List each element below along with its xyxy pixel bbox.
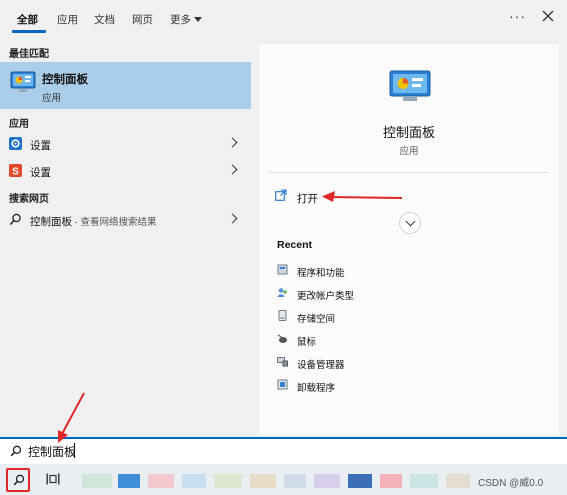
taskbar-app[interactable] bbox=[250, 474, 276, 488]
storage-icon bbox=[278, 310, 287, 321]
result-item-settings-2[interactable]: S 设置 bbox=[0, 159, 251, 183]
taskbar: CSDN @威0.0 bbox=[0, 464, 567, 495]
web-result-text: 控制面板 - 查看网络搜索结果 bbox=[30, 214, 156, 229]
s-app-icon: S bbox=[9, 164, 22, 177]
tab-web[interactable]: 网页 bbox=[132, 12, 153, 27]
caret-down-icon bbox=[194, 17, 202, 22]
annotation-arrow-search bbox=[61, 392, 85, 435]
best-match-item[interactable]: 控制面板 应用 bbox=[0, 62, 251, 109]
expand-button[interactable] bbox=[399, 212, 421, 234]
preview-subtitle: 应用 bbox=[399, 146, 419, 157]
svg-text:S: S bbox=[12, 166, 19, 177]
user-accounts-icon bbox=[277, 288, 287, 297]
recent-item[interactable]: 存储空间 bbox=[277, 308, 477, 326]
best-match-title: 控制面板 bbox=[42, 74, 88, 86]
search-scope-tabs: 全部 应用 文档 网页 更多 ··· bbox=[0, 0, 567, 38]
taskbar-search-button[interactable] bbox=[6, 468, 30, 492]
close-icon[interactable] bbox=[541, 9, 555, 23]
control-panel-icon bbox=[389, 70, 431, 101]
chevron-down-icon bbox=[405, 216, 416, 227]
tab-more-label: 更多 bbox=[170, 14, 191, 26]
text-caret bbox=[74, 443, 75, 458]
tab-all[interactable]: 全部 bbox=[17, 12, 38, 27]
best-match-subtitle: 应用 bbox=[42, 93, 62, 104]
best-match-header: 最佳匹配 bbox=[9, 49, 49, 60]
result-label: 设置 bbox=[30, 140, 51, 152]
tab-documents[interactable]: 文档 bbox=[94, 12, 115, 27]
recent-label: 设备管理器 bbox=[297, 360, 345, 371]
taskbar-app[interactable] bbox=[410, 474, 438, 488]
recent-item[interactable]: 卸载程序 bbox=[277, 377, 477, 395]
chevron-right-icon[interactable] bbox=[227, 137, 238, 148]
web-search-header: 搜索网页 bbox=[9, 194, 49, 205]
taskbar-app[interactable] bbox=[214, 474, 242, 488]
result-item-settings[interactable]: 设置 bbox=[0, 132, 251, 156]
search-icon bbox=[9, 213, 21, 226]
recent-label: 卸载程序 bbox=[297, 383, 336, 394]
web-result-hint: - 查看网络搜索结果 bbox=[72, 217, 157, 228]
web-result-query: 控制面板 bbox=[30, 216, 72, 228]
recent-item[interactable]: 程序和功能 bbox=[277, 262, 477, 280]
divider bbox=[269, 172, 549, 173]
recent-header: Recent bbox=[277, 239, 313, 251]
result-label: 设置 bbox=[30, 167, 51, 179]
taskbar-app[interactable] bbox=[380, 474, 402, 488]
search-icon bbox=[10, 445, 22, 457]
recent-label: 程序和功能 bbox=[297, 268, 345, 279]
search-bar bbox=[0, 437, 567, 464]
taskbar-app[interactable] bbox=[182, 474, 206, 488]
active-tab-indicator bbox=[12, 30, 46, 33]
tab-apps[interactable]: 应用 bbox=[57, 12, 78, 27]
preview-title: 控制面板 bbox=[382, 125, 435, 140]
recent-label: 存储空间 bbox=[297, 314, 336, 325]
more-dots-icon[interactable]: ··· bbox=[509, 8, 526, 24]
chevron-right-icon[interactable] bbox=[227, 213, 238, 224]
taskbar-app[interactable] bbox=[314, 474, 340, 488]
taskbar-app[interactable] bbox=[118, 474, 140, 488]
taskbar-app[interactable] bbox=[348, 474, 372, 488]
taskbar-app[interactable] bbox=[148, 474, 174, 488]
apps-header: 应用 bbox=[9, 119, 29, 130]
taskbar-app[interactable] bbox=[284, 474, 306, 488]
search-input[interactable] bbox=[28, 442, 328, 460]
settings-gear-icon bbox=[9, 137, 22, 150]
uninstall-icon bbox=[277, 379, 288, 390]
web-result-item[interactable]: 控制面板 - 查看网络搜索结果 bbox=[0, 208, 251, 232]
recent-item[interactable]: 鼠标 bbox=[277, 331, 477, 349]
open-external-icon bbox=[275, 189, 287, 201]
preview-card: 控制面板 应用 打开 Recent 程序和功能 更改帐户类型 存储空间 鼠标 设… bbox=[259, 44, 559, 436]
recent-label: 鼠标 bbox=[297, 337, 317, 348]
task-view-icon[interactable] bbox=[46, 473, 60, 485]
chevron-right-icon[interactable] bbox=[227, 164, 238, 175]
taskbar-app[interactable] bbox=[446, 474, 470, 488]
control-panel-icon bbox=[10, 71, 36, 92]
recent-label: 更改帐户类型 bbox=[297, 291, 355, 302]
open-action[interactable]: 打开 bbox=[275, 188, 395, 208]
mouse-icon bbox=[277, 334, 287, 343]
taskbar-app[interactable] bbox=[82, 474, 112, 488]
device-manager-icon bbox=[277, 357, 288, 367]
open-label: 打开 bbox=[297, 193, 318, 205]
programs-features-icon bbox=[277, 264, 288, 275]
tab-more[interactable]: 更多 bbox=[170, 12, 202, 27]
search-icon bbox=[13, 474, 25, 486]
watermark: CSDN @威0.0 bbox=[478, 478, 544, 489]
recent-item[interactable]: 设备管理器 bbox=[277, 354, 477, 372]
recent-item[interactable]: 更改帐户类型 bbox=[277, 285, 477, 303]
